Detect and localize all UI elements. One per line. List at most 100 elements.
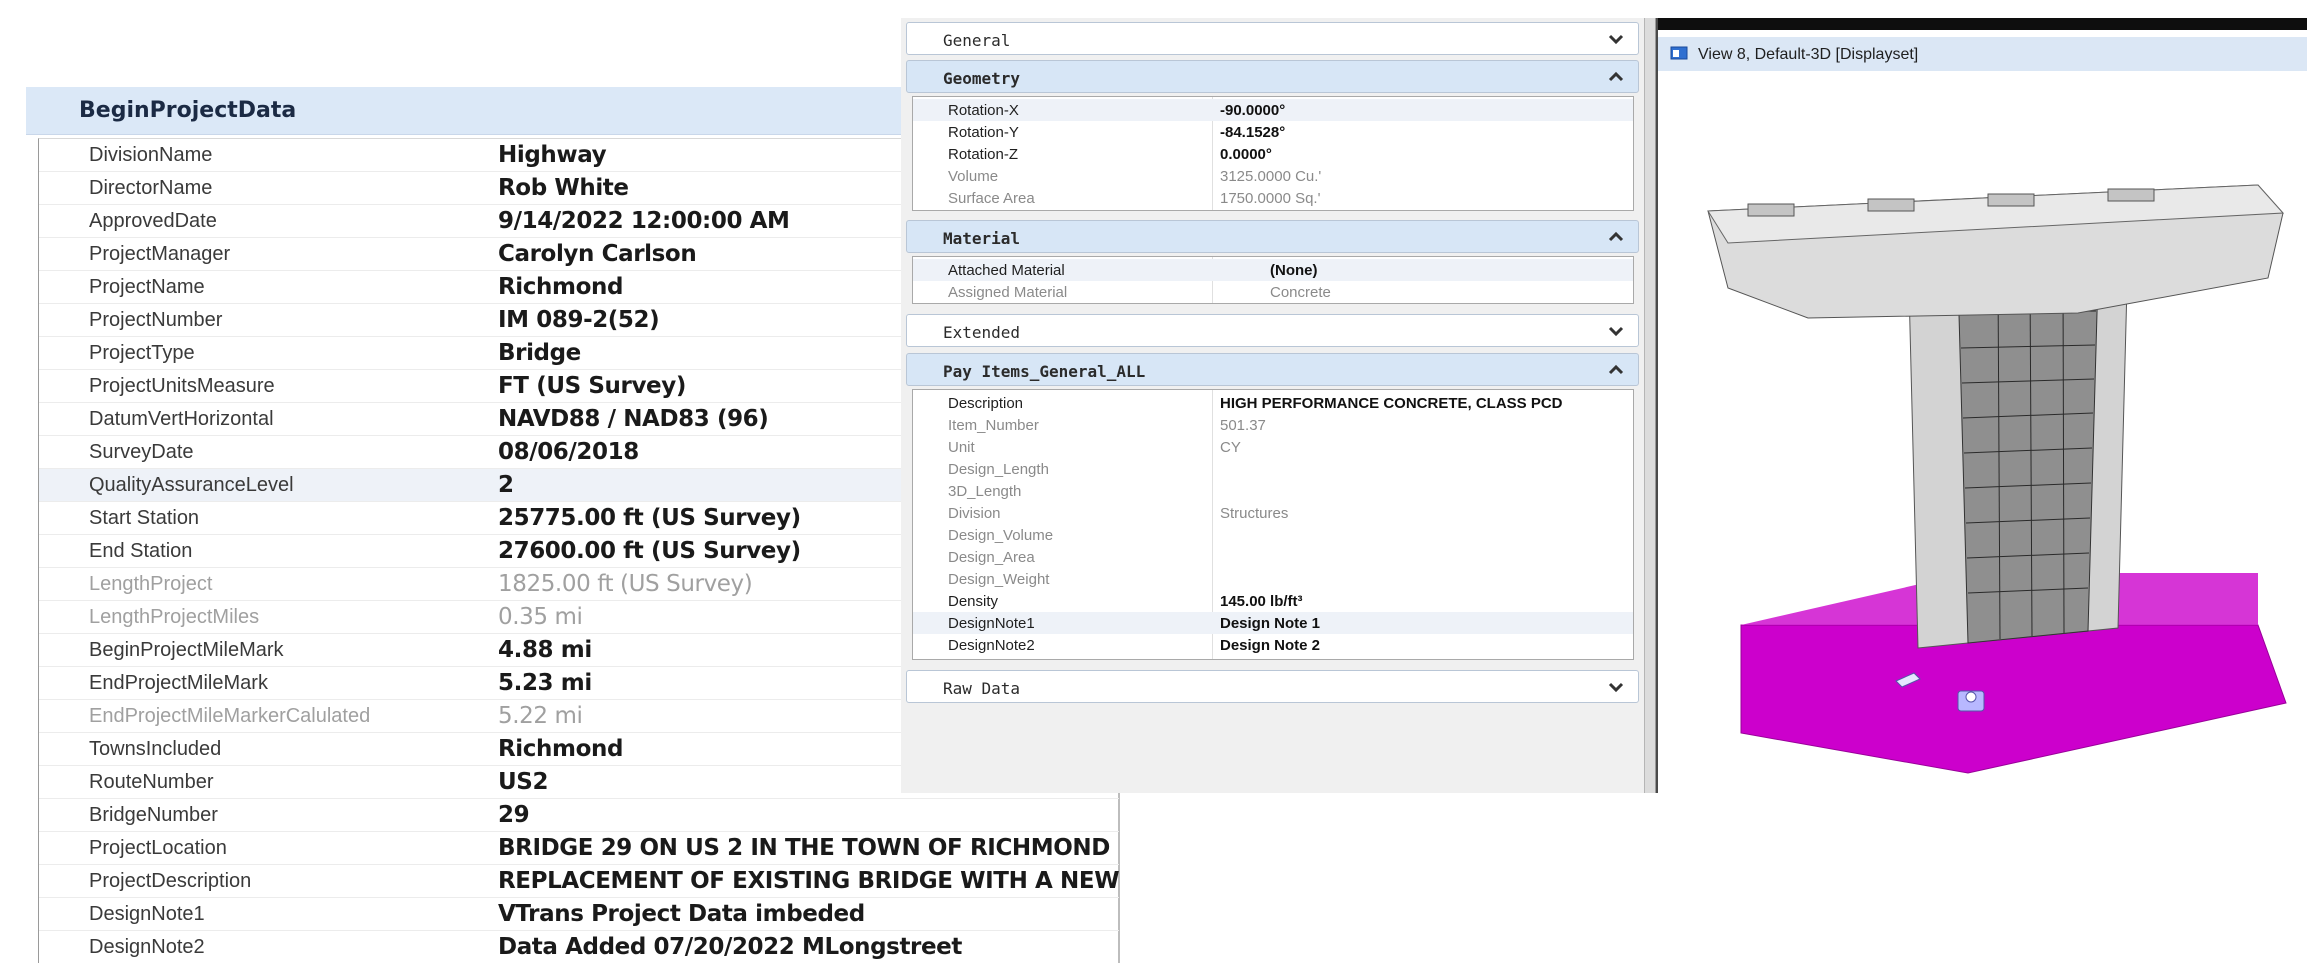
section-pay-items-title: Pay Items_General_ALL [943, 362, 1146, 381]
marker-pin-icon[interactable] [1957, 690, 1985, 712]
view-top-bar [1658, 18, 2307, 30]
property-row[interactable]: Attached Material (None) [913, 259, 1633, 281]
property-row[interactable]: Design_Length [913, 458, 1633, 480]
properties-panel: General Geometry Rotation-X -90.0000° Rot… [901, 18, 1644, 793]
section-material-title: Material [943, 229, 1021, 248]
property-value: VTrans Project Data imbeded [498, 901, 865, 927]
view-3d-canvas[interactable] [1658, 73, 2307, 793]
property-row[interactable]: Assigned Material Concrete [913, 281, 1633, 303]
bearing-block [2107, 188, 2155, 202]
property-value[interactable]: 145.00 lb/ft³ [1220, 593, 1303, 610]
property-name: ProjectManager [89, 243, 231, 265]
property-row[interactable]: Volume 3125.0000 Cu.' [913, 165, 1633, 187]
property-value[interactable]: -90.0000° [1220, 102, 1285, 119]
property-row[interactable]: Design_Area [913, 546, 1633, 568]
property-value: Concrete [1270, 284, 1331, 301]
section-material[interactable]: Material [906, 220, 1639, 253]
property-name: Rotation-Z [948, 146, 1019, 163]
property-row[interactable]: DesignNote2 Design Note 2 [913, 634, 1633, 656]
property-value[interactable]: -84.1528° [1220, 124, 1285, 141]
property-row[interactable]: Design_Volume [913, 524, 1633, 546]
bearing-block [1867, 198, 1915, 212]
property-name: RouteNumber [89, 771, 214, 793]
property-name: DesignNote1 [948, 615, 1035, 632]
bearing-block [1987, 193, 2035, 207]
section-extended-title: Extended [943, 323, 1021, 342]
property-name: Design_Volume [948, 527, 1054, 544]
property-name: ProjectUnitsMeasure [89, 375, 275, 397]
property-value[interactable]: Design Note 2 [1220, 637, 1320, 654]
section-general[interactable]: General [906, 22, 1639, 55]
property-value[interactable]: HIGH PERFORMANCE CONCRETE, CLASS PCD [1220, 395, 1563, 412]
chevron-down-icon[interactable] [1606, 29, 1626, 49]
property-value: Data Added 07/20/2022 MLongstreet [498, 934, 962, 960]
property-row[interactable]: Rotation-X -90.0000° [913, 99, 1633, 121]
property-row[interactable]: Rotation-Y -84.1528° [913, 121, 1633, 143]
property-value[interactable]: Design Note 1 [1220, 615, 1320, 632]
chevron-up-icon[interactable] [1606, 360, 1626, 380]
property-row[interactable]: Rotation-Z 0.0000° [913, 143, 1633, 165]
table-row[interactable]: DesignNote2 Data Added 07/20/2022 MLongst… [39, 931, 1119, 963]
property-value: 501.37 [1220, 417, 1266, 434]
section-extended[interactable]: Extended [906, 314, 1639, 347]
property-name: ProjectNumber [89, 309, 223, 331]
bridge-pier-model[interactable] [1658, 73, 2307, 793]
property-value: Structures [1220, 505, 1289, 522]
section-general-title: General [943, 31, 1011, 50]
property-name: DivisionName [89, 144, 213, 166]
panel-splitter[interactable] [1644, 18, 1656, 793]
chevron-down-icon[interactable] [1606, 677, 1626, 697]
property-name: LengthProjectMiles [89, 606, 260, 628]
property-name: Assigned Material [948, 284, 1068, 301]
property-value[interactable]: 0.0000° [1220, 146, 1272, 163]
property-value: 3125.0000 Cu.' [1220, 168, 1322, 185]
property-name: BeginProjectMileMark [89, 639, 284, 661]
property-name: Unit [948, 439, 975, 456]
property-name: Design_Area [948, 549, 1035, 566]
property-row[interactable]: Division Structures [913, 502, 1633, 524]
property-name: ProjectDescription [89, 870, 252, 892]
property-row[interactable]: Unit CY [913, 436, 1633, 458]
bearing-block [1747, 203, 1795, 217]
footing-slab [1740, 624, 2287, 774]
table-row[interactable]: ProjectLocation BRIDGE 29 ON US 2 IN THE … [39, 832, 1119, 865]
property-name: Surface Area [948, 190, 1035, 207]
property-name: Item_Number [948, 417, 1039, 434]
property-row[interactable]: DesignNote1 Design Note 1 [913, 612, 1633, 634]
property-name: ApprovedDate [89, 210, 217, 232]
property-name: End Station [89, 540, 193, 562]
chevron-down-icon[interactable] [1606, 321, 1626, 341]
view-title: View 8, Default-3D [Displayset] [1698, 46, 1919, 63]
property-name: DesignNote2 [948, 637, 1035, 654]
property-row[interactable]: Surface Area 1750.0000 Sq.' [913, 187, 1633, 209]
property-name: Volume [948, 168, 999, 185]
property-row[interactable]: Density 145.00 lb/ft³ [913, 590, 1633, 612]
view-window: View 8, Default-3D [Displayset] [1656, 18, 2307, 793]
property-row[interactable]: Item_Number 501.37 [913, 414, 1633, 436]
property-name: Attached Material [948, 262, 1065, 279]
section-raw-data[interactable]: Raw Data [906, 670, 1639, 703]
property-value[interactable]: (None) [1270, 262, 1318, 279]
property-name: ProjectName [89, 276, 205, 298]
property-name: Division [948, 505, 1001, 522]
section-geometry[interactable]: Geometry [906, 60, 1639, 93]
pay-items-grid: Description HIGH PERFORMANCE CONCRETE, CL… [912, 389, 1634, 660]
property-name: 3D_Length [948, 483, 1022, 500]
property-name: LengthProject [89, 573, 213, 595]
begin-project-data-title: BeginProjectData [79, 98, 297, 123]
table-row[interactable]: BridgeNumber 29 [39, 799, 1119, 832]
material-grid: Attached Material (None) Assigned Materia… [912, 256, 1634, 304]
table-row[interactable]: ProjectDescription REPLACEMENT OF EXISTIN… [39, 865, 1119, 898]
property-row[interactable]: Design_Weight [913, 568, 1633, 590]
view-title-bar[interactable]: View 8, Default-3D [Displayset] [1658, 37, 2307, 71]
chevron-up-icon[interactable] [1606, 227, 1626, 247]
property-name: TownsIncluded [89, 738, 222, 760]
chevron-up-icon[interactable] [1606, 67, 1626, 87]
section-geometry-title: Geometry [943, 69, 1021, 88]
property-row[interactable]: Description HIGH PERFORMANCE CONCRETE, CL… [913, 392, 1633, 414]
property-row[interactable]: 3D_Length [913, 480, 1633, 502]
property-value: BRIDGE 29 ON US 2 IN THE TOWN OF RICHMON… [498, 835, 1110, 861]
property-name: Description [948, 395, 1024, 412]
table-row[interactable]: DesignNote1 VTrans Project Data imbeded [39, 898, 1119, 931]
section-pay-items[interactable]: Pay Items_General_ALL [906, 353, 1639, 386]
